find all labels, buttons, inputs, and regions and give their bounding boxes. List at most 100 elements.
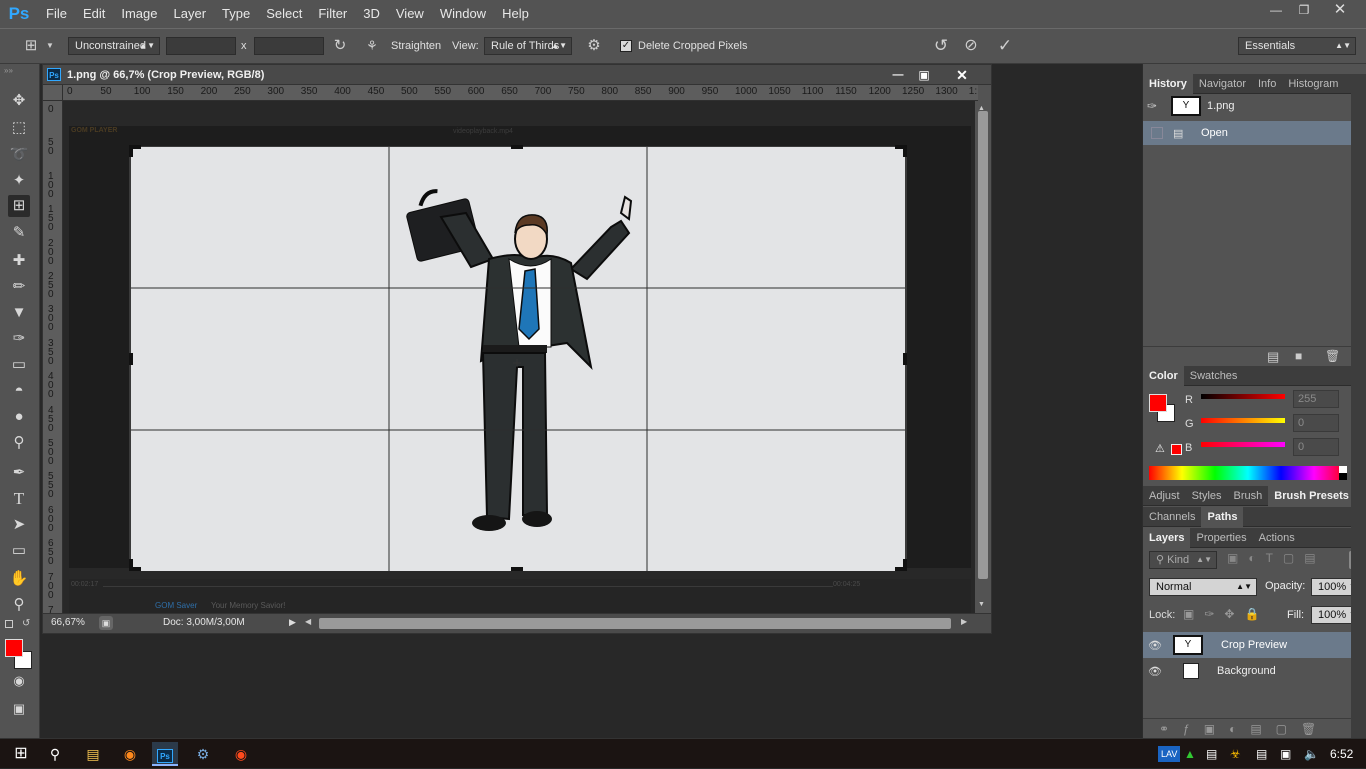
tab-brush[interactable]: Brush [1228,486,1269,506]
foreground-color-swatch[interactable] [5,639,23,657]
history-step[interactable]: ▤ Open [1143,121,1351,145]
default-colors-icon[interactable] [5,620,13,628]
search-icon[interactable]: ⚲ [42,742,68,766]
tab-adjustments[interactable]: Adjust [1143,486,1186,506]
marquee-tool-icon[interactable]: ⬚ [8,117,30,139]
clone-stamp-tool-icon[interactable]: ▼ [8,302,30,324]
crop-tool-preset-icon[interactable]: ⊞ [20,37,42,55]
volume-icon[interactable]: 🔈 [1304,739,1319,769]
b-slider[interactable] [1201,442,1285,447]
menu-window[interactable]: Window [432,0,494,28]
panel-collapse-strip[interactable] [1351,74,1366,738]
document-tab[interactable]: Ps 1.png @ 66,7% (Crop Preview, RGB/8) [43,65,268,85]
commit-crop-icon[interactable]: ✓ [994,37,1016,55]
crop-handle-br-v[interactable] [903,559,907,571]
eyedropper-tool-icon[interactable]: ✎ [8,222,30,244]
swap-colors-icon[interactable]: ↺ [22,618,30,629]
move-tool-icon[interactable]: ✥ [8,90,30,112]
tab-swatches[interactable]: Swatches [1184,366,1244,386]
ratio-select[interactable]: Unconstrained ▲▼ [68,37,160,55]
menu-select[interactable]: Select [258,0,310,28]
vertical-scroll-thumb[interactable] [978,111,988,579]
tab-channels[interactable]: Channels [1143,507,1201,527]
menu-help[interactable]: Help [494,0,537,28]
tab-info[interactable]: Info [1252,74,1282,94]
file-explorer-icon[interactable]: ▤ [80,742,106,766]
delete-cropped-checkbox[interactable]: ✓ [620,40,632,52]
history-step-checkbox[interactable] [1151,127,1163,139]
clock[interactable]: 6:52 [1330,739,1353,769]
app-taskbar-icon[interactable]: ⚙ [190,742,216,766]
ruler-origin[interactable] [43,85,63,101]
close-app-button[interactable]: ✕ [1326,0,1354,20]
menu-layer[interactable]: Layer [166,0,215,28]
gear-icon[interactable]: ⚙ [584,37,604,55]
lock-icons[interactable]: ▣✑✥🔒 [1183,607,1269,621]
rectangle-tool-icon[interactable]: ▭ [8,540,30,562]
crop-height-input[interactable] [254,37,324,55]
color-spectrum-ramp[interactable] [1149,466,1347,480]
triangle-tray-icon[interactable]: ▲ [1184,739,1196,769]
trash-icon[interactable]: 🗑 [1325,349,1340,363]
history-snapshot[interactable]: ✑ Y 1.png [1147,94,1355,118]
straighten-button[interactable]: Straighten [391,37,441,55]
type-tool-icon[interactable]: T [8,488,30,510]
status-menu-arrow-icon[interactable]: ▶ [289,617,296,628]
crop-handle-tl-v[interactable] [129,145,133,157]
horizontal-scroll-thumb[interactable] [319,618,951,629]
blur-tool-icon[interactable]: ● [8,406,30,428]
chevron-down-icon[interactable]: ▼ [44,37,56,55]
tab-navigator[interactable]: Navigator [1193,74,1252,94]
tray-icon[interactable]: ▤ [1206,739,1217,769]
tab-styles[interactable]: Styles [1186,486,1228,506]
tab-brush-presets[interactable]: Brush Presets [1268,485,1355,506]
layer-row-background[interactable]: 👁 Background [1143,658,1351,684]
doc-maximize-button[interactable]: ▣ [915,65,933,85]
brush-tool-icon[interactable]: ✏ [8,276,30,298]
crop-handle-left[interactable] [129,353,133,365]
workspace-select[interactable]: Essentials ▲▼ [1238,37,1356,55]
crop-handle-right[interactable] [903,353,907,365]
menu-3d[interactable]: 3D [355,0,388,28]
paint-bucket-tool-icon[interactable]: ◓ [8,380,30,402]
swap-dimensions-icon[interactable]: ↻ [330,37,350,55]
crop-tool-icon[interactable]: ⊞ [8,195,30,217]
canvas-area[interactable]: GOM PLAYER videoplayback.mp4 00:02:17 00… [63,101,975,613]
overlay-view-select[interactable]: Rule of Thirds ▲▼ [484,37,572,55]
blend-mode-select[interactable]: Normal ▲▼ [1149,578,1257,596]
crop-width-input[interactable] [166,37,236,55]
layers-footer-icons[interactable]: ⚭ƒ▣◐▤▢🗑 [1143,718,1351,738]
b-value[interactable]: 0 [1293,438,1339,456]
vertical-scrollbar[interactable]: ▲ ▼ [975,101,991,613]
crop-handle-bl-v[interactable] [129,559,133,571]
hand-tool-icon[interactable]: ✋ [8,568,30,590]
g-value[interactable]: 0 [1293,414,1339,432]
menu-image[interactable]: Image [113,0,165,28]
pen-tool-icon[interactable]: ✒ [8,462,30,484]
g-slider[interactable] [1201,418,1285,423]
crop-handle-bottom[interactable] [511,567,523,571]
eye-icon[interactable]: 👁 [1143,665,1167,678]
tab-history[interactable]: History [1143,73,1193,94]
color-fg-swatch[interactable] [1149,394,1167,412]
photoshop-taskbar-icon[interactable]: Ps [152,742,178,766]
straighten-icon[interactable]: ⚘ [362,37,382,55]
language-indicator[interactable]: LAV [1158,746,1181,762]
collapse-toolbar-icon[interactable]: »» [4,66,13,75]
gamut-color-swatch[interactable] [1171,444,1182,455]
screen-mode-icon[interactable]: ▣ [8,698,30,720]
cancel-crop-icon[interactable]: ⊘ [960,37,982,55]
horizontal-ruler[interactable]: 0 50 100 150 200 250 300 350 400 450 500 550 600 650 7… [63,85,978,101]
status-info-icon[interactable]: ▣ [99,616,113,630]
shield-tray-icon[interactable]: ☣ [1230,739,1241,769]
tab-paths[interactable]: Paths [1201,506,1244,527]
path-selection-tool-icon[interactable]: ➤ [8,514,30,536]
ramp-white[interactable] [1339,466,1347,473]
history-brush-source-icon[interactable]: ✑ [1147,99,1165,113]
dodge-tool-icon[interactable]: ⚲ [8,432,30,454]
menu-edit[interactable]: Edit [75,0,113,28]
layer-filter-icons[interactable]: ▣◐T▢▤ [1227,551,1326,565]
reset-crop-icon[interactable]: ↺ [930,37,952,55]
scroll-down-icon[interactable]: ▼ [978,601,985,608]
eraser-tool-icon[interactable]: ▭ [8,354,30,376]
